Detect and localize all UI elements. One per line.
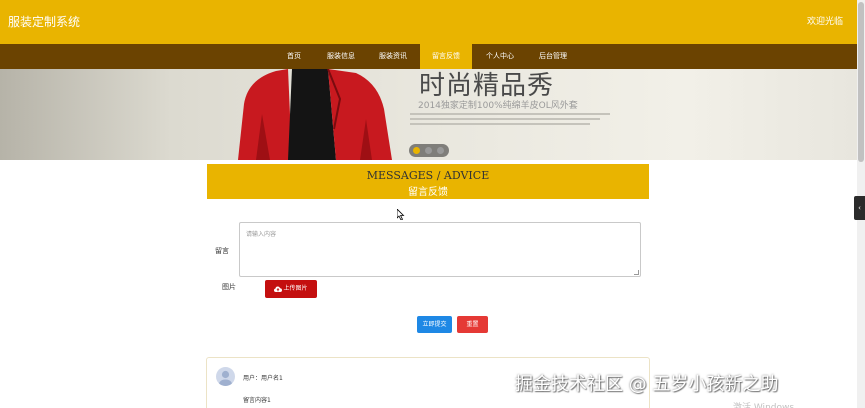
windows-activation-watermark: 激活 Windows xyxy=(733,403,795,408)
section-title: MESSAGES / ADVICE 留言反馈 xyxy=(207,164,649,199)
nav-item-home[interactable]: 首页 xyxy=(272,44,316,69)
main-nav: 首页 服装信息 服装资讯 留言反馈 个人中心 后台管理 xyxy=(0,44,857,69)
carousel-dot[interactable] xyxy=(437,147,444,154)
scrollbar-thumb[interactable] xyxy=(858,2,864,162)
image-label: 图片 xyxy=(222,283,236,291)
resize-handle-icon[interactable] xyxy=(634,270,639,275)
reset-button[interactable]: 重置 xyxy=(457,316,488,333)
message-textarea[interactable]: 请输入内容 xyxy=(239,222,641,277)
page: 服装定制系统 欢迎光临 首页 服装信息 服装资讯 留言反馈 个人中心 后台管理 … xyxy=(0,0,865,408)
section-title-cn: 留言反馈 xyxy=(408,187,448,198)
header: 服装定制系统 欢迎光临 xyxy=(0,0,857,44)
nav-item-personal-center[interactable]: 个人中心 xyxy=(477,44,523,69)
chevron-left-icon: ‹ xyxy=(858,204,861,212)
mouse-cursor-icon xyxy=(397,209,405,220)
cloud-upload-icon xyxy=(274,286,283,292)
banner-fine-line xyxy=(410,113,610,115)
nav-item-feedback[interactable]: 留言反馈 xyxy=(420,44,472,69)
comment-content: 留言内容1 xyxy=(243,397,271,404)
user-avatar-icon xyxy=(216,367,235,386)
site-brand[interactable]: 服装定制系统 xyxy=(8,13,80,30)
banner-model-image xyxy=(238,69,392,160)
carousel-dot[interactable] xyxy=(425,147,432,154)
juejin-watermark: 掘金技术社区 @ 五岁小孩新之助 xyxy=(515,374,779,395)
upload-label: 上传图片 xyxy=(283,285,308,292)
side-panel-toggle[interactable]: ‹ xyxy=(854,196,865,220)
carousel-dot[interactable] xyxy=(413,147,420,154)
nav-item-clothing-info[interactable]: 服装信息 xyxy=(318,44,364,69)
comment-user: 用户：用户名1 xyxy=(243,375,283,382)
banner-fine-line xyxy=(410,118,600,120)
submit-button[interactable]: 立即提交 xyxy=(417,316,452,333)
upload-image-button[interactable]: 上传图片 xyxy=(265,280,317,298)
banner-fine-line xyxy=(410,123,590,125)
nav-item-clothing-news[interactable]: 服装资讯 xyxy=(370,44,416,69)
message-placeholder: 请输入内容 xyxy=(246,231,277,238)
banner-subtitle: 2014独家定制100%纯绵羊皮OL风外套 xyxy=(418,101,578,111)
nav-item-admin[interactable]: 后台管理 xyxy=(530,44,576,69)
banner-carousel[interactable]: 时尚精品秀 2014独家定制100%纯绵羊皮OL风外套 xyxy=(0,69,857,160)
message-label: 留言 xyxy=(215,247,229,255)
carousel-indicator xyxy=(409,144,449,157)
section-title-en: MESSAGES / ADVICE xyxy=(366,169,490,182)
welcome-text: 欢迎光临 xyxy=(806,17,843,27)
